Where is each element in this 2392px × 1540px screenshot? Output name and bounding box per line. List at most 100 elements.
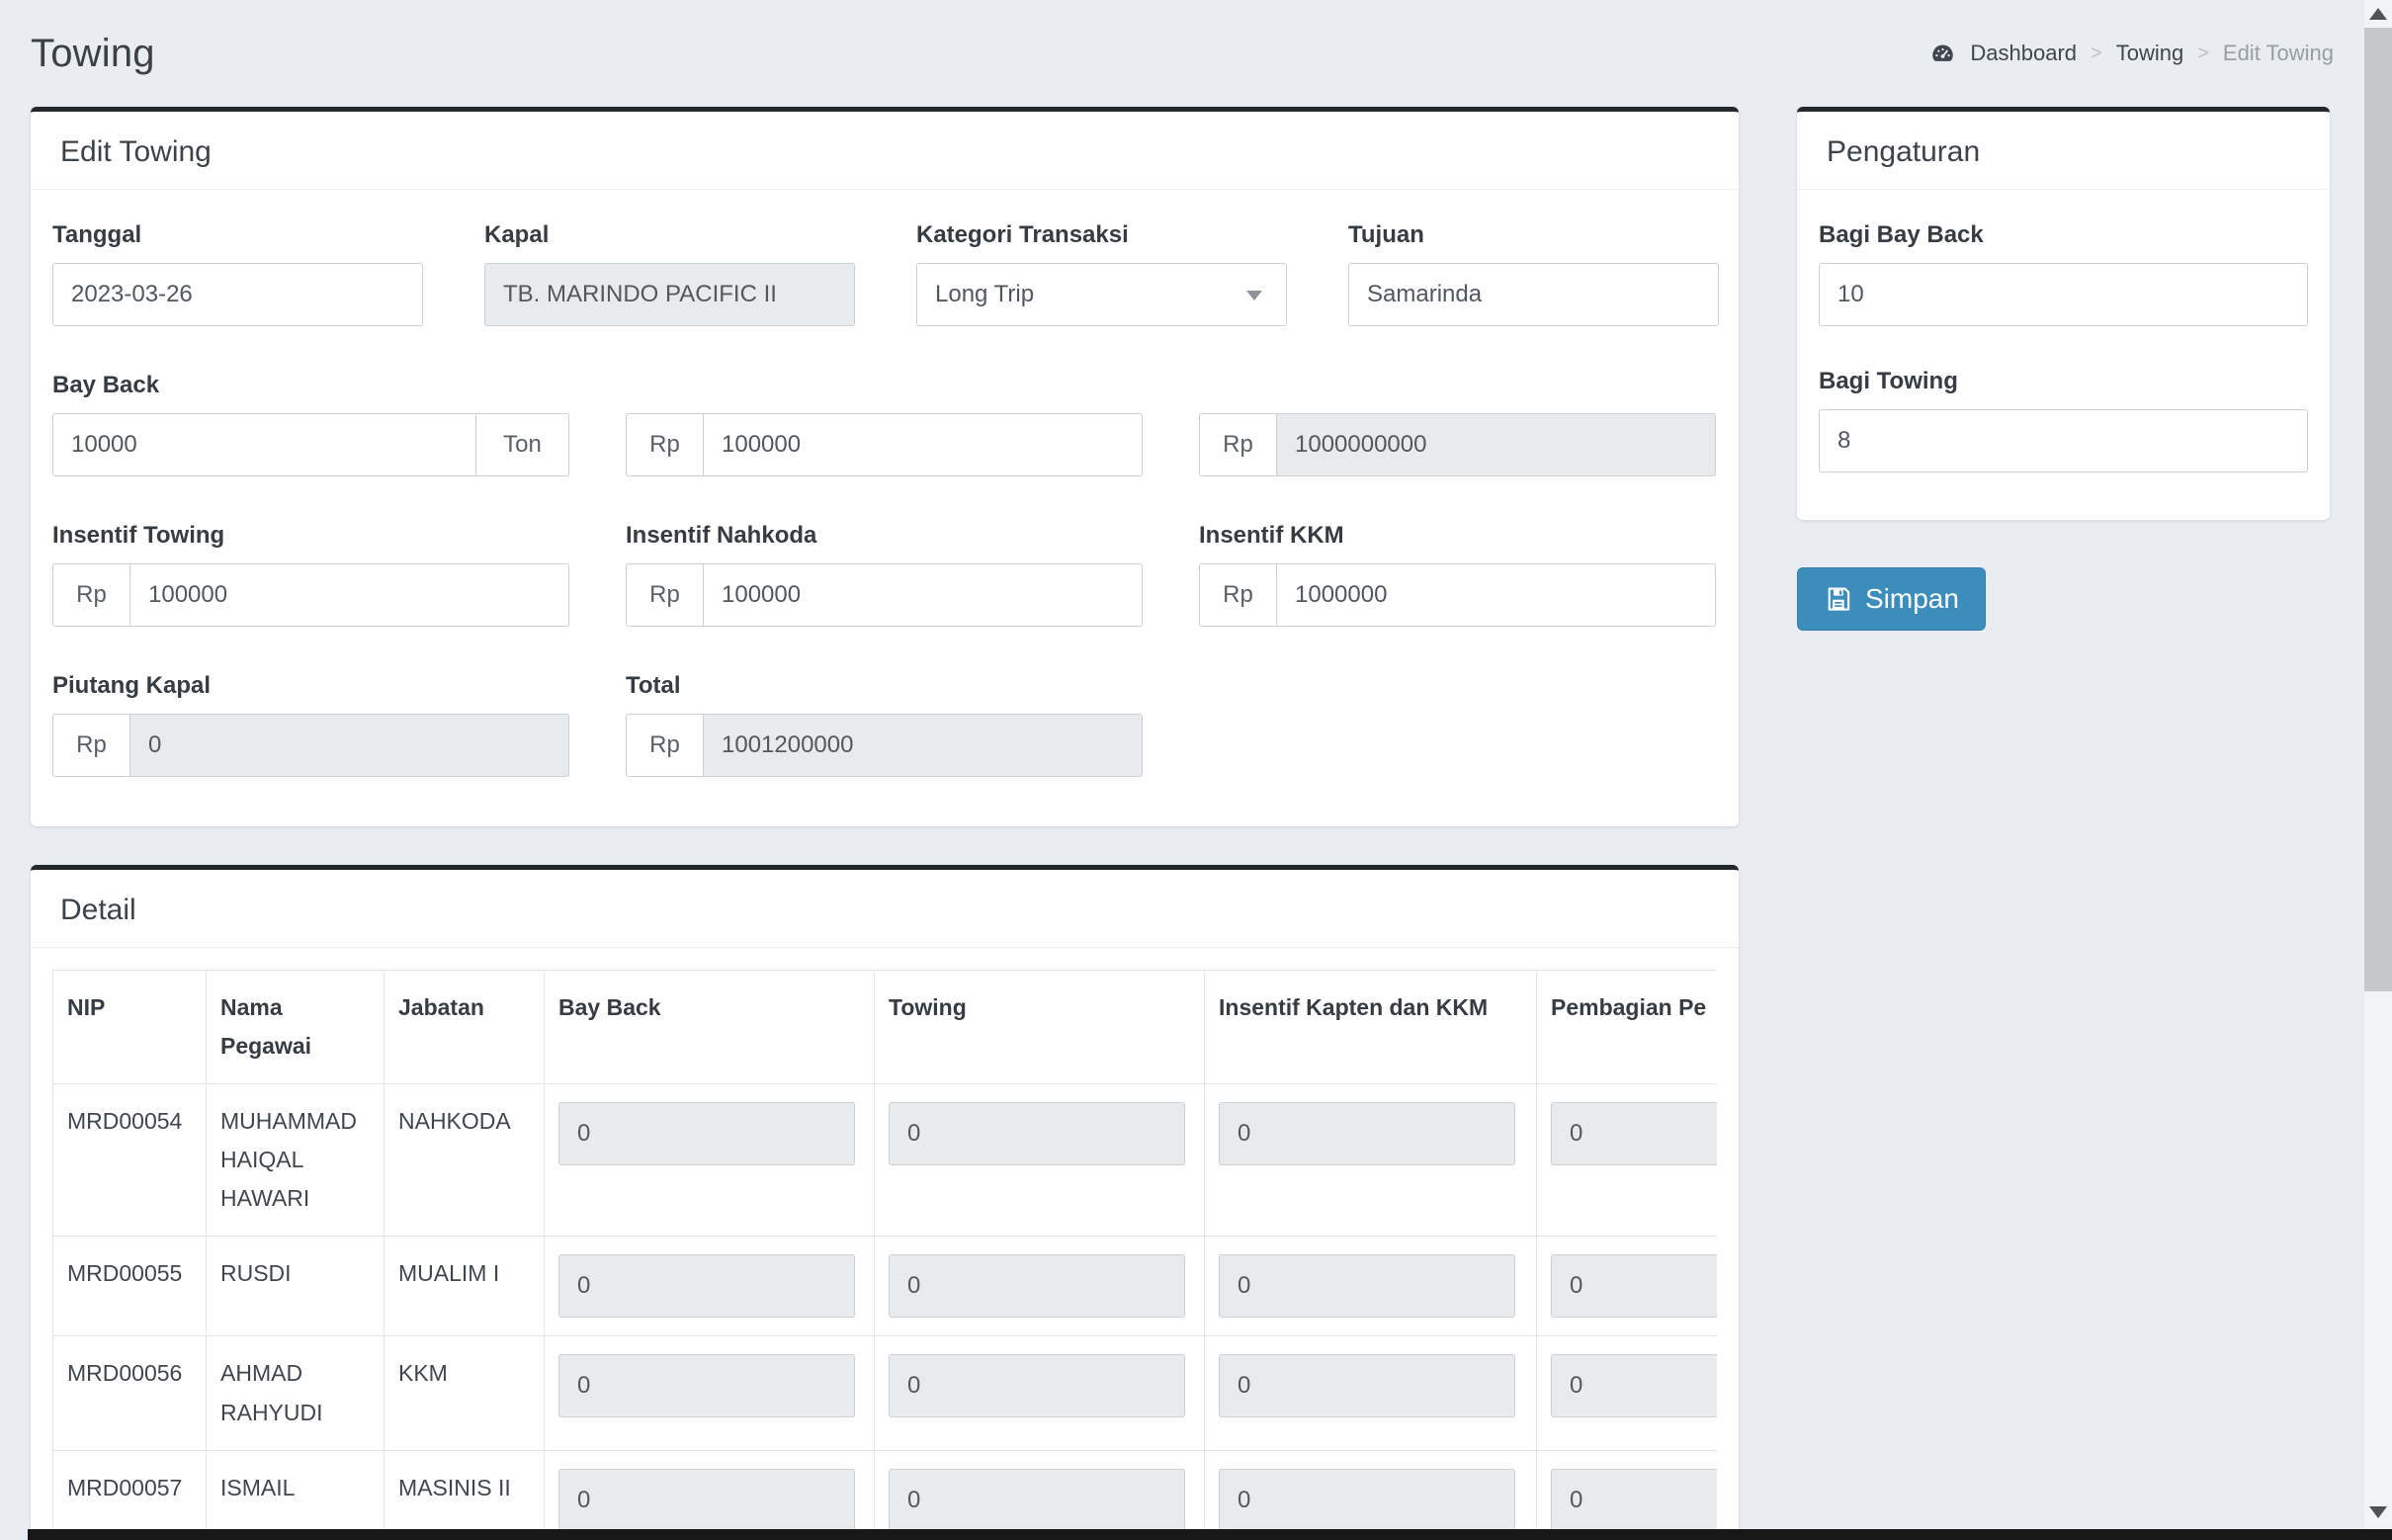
cell-pembagian xyxy=(1537,1336,1718,1450)
field-insentif-kkm: Insentif KKM Rp xyxy=(1199,522,1716,627)
row-insentif-input xyxy=(1219,1469,1515,1532)
rp-addon: Rp xyxy=(52,563,129,627)
tujuan-label: Tujuan xyxy=(1348,221,1719,249)
cell-pembagian xyxy=(1537,1237,1718,1336)
cell-insentif xyxy=(1205,1336,1537,1450)
cell-nama: RUSDI xyxy=(207,1237,384,1336)
table-row: MRD00056 AHMAD RAHYUDI KKM xyxy=(53,1336,1718,1450)
field-insentif-towing: Insentif Towing Rp xyxy=(52,522,569,627)
breadcrumb-towing[interactable]: Towing xyxy=(2116,41,2183,66)
simpan-button[interactable]: Simpan xyxy=(1797,567,1986,631)
insentif-kkm-label: Insentif KKM xyxy=(1199,522,1716,550)
pengaturan-card: Pengaturan Bagi Bay Back Bagi Towing xyxy=(1797,107,2330,520)
row-towing-input xyxy=(889,1254,1185,1318)
cell-jabatan: MASINIS II xyxy=(384,1450,545,1540)
table-row: MRD00055 RUSDI MUALIM I xyxy=(53,1237,1718,1336)
tujuan-input[interactable] xyxy=(1348,263,1719,326)
bay-back-label: Bay Back xyxy=(52,372,1717,399)
breadcrumb-dashboard[interactable]: Dashboard xyxy=(1970,41,2077,66)
total-input xyxy=(703,714,1143,777)
rp-addon: Rp xyxy=(626,714,703,777)
detail-card-body: NIPNama PegawaiJabatanBay BackTowingInse… xyxy=(31,948,1739,1540)
rp-addon: Rp xyxy=(1199,563,1276,627)
tanggal-label: Tanggal xyxy=(52,221,423,249)
insentif-nahkoda-input[interactable] xyxy=(703,563,1143,627)
bay-back-price-group: Rp xyxy=(626,413,1143,476)
column-header: Towing xyxy=(875,971,1205,1084)
cell-bay-back xyxy=(545,1336,875,1450)
detail-table: NIPNama PegawaiJabatanBay BackTowingInse… xyxy=(52,970,1717,1540)
row-bay-back-input xyxy=(558,1354,855,1417)
cell-nip: MRD00057 xyxy=(53,1450,207,1540)
cell-nama: ISMAIL xyxy=(207,1450,384,1540)
vertical-scrollbar[interactable] xyxy=(2364,0,2392,1540)
field-insentif-nahkoda: Insentif Nahkoda Rp xyxy=(626,522,1143,627)
rp-addon: Rp xyxy=(626,413,703,476)
bay-back-qty-input[interactable] xyxy=(52,413,476,476)
row-pembagian-input xyxy=(1551,1469,1717,1532)
cell-pembagian xyxy=(1537,1084,1718,1237)
insentif-towing-label: Insentif Towing xyxy=(52,522,569,550)
kategori-transaksi-select[interactable]: Long Trip xyxy=(916,263,1287,326)
bay-back-price-input[interactable] xyxy=(703,413,1143,476)
column-header: Pembagian Pe xyxy=(1537,971,1718,1084)
scroll-up-icon[interactable] xyxy=(2369,8,2387,20)
cell-pembagian xyxy=(1537,1450,1718,1540)
cell-nip: MRD00056 xyxy=(53,1336,207,1450)
detail-table-header-row: NIPNama PegawaiJabatanBay BackTowingInse… xyxy=(53,971,1718,1084)
row-pembagian-input xyxy=(1551,1354,1717,1417)
column-header: NIP xyxy=(53,971,207,1084)
ton-addon: Ton xyxy=(476,413,569,476)
cell-nama: MUHAMMAD HAIQAL HAWARI xyxy=(207,1084,384,1237)
caret-down-icon xyxy=(1246,291,1262,300)
horizontal-scrollbar-thumb[interactable] xyxy=(28,1529,2392,1540)
cell-bay-back xyxy=(545,1084,875,1237)
breadcrumb-current: Edit Towing xyxy=(2223,41,2334,66)
field-piutang-kapal: Piutang Kapal Rp xyxy=(52,672,569,777)
content-header: Towing Dashbo xyxy=(31,0,2334,83)
column-header: Insentif Kapten dan KKM xyxy=(1205,971,1537,1084)
scroll-down-icon[interactable] xyxy=(2369,1506,2387,1518)
cell-bay-back xyxy=(545,1237,875,1336)
cell-towing xyxy=(875,1336,1205,1450)
page-title: Towing xyxy=(31,32,155,76)
edit-towing-card: Edit Towing Tanggal Kapal xyxy=(31,107,1739,826)
row-towing-input xyxy=(889,1354,1185,1417)
bagi-towing-input[interactable] xyxy=(1819,409,2308,472)
cell-bay-back xyxy=(545,1450,875,1540)
row-pembagian-input xyxy=(1551,1102,1717,1165)
field-kapal: Kapal xyxy=(484,221,855,326)
insentif-kkm-input[interactable] xyxy=(1276,563,1716,627)
cell-insentif xyxy=(1205,1084,1537,1237)
bay-back-total-group: Rp xyxy=(1199,413,1716,476)
row-insentif-input xyxy=(1219,1254,1515,1318)
breadcrumb-separator-icon: > xyxy=(2197,43,2209,65)
vertical-scrollbar-thumb[interactable] xyxy=(2364,28,2392,991)
row-pembagian-input xyxy=(1551,1254,1717,1318)
kapal-label: Kapal xyxy=(484,221,855,249)
table-row: MRD00057 ISMAIL MASINIS II xyxy=(53,1450,1718,1540)
column-header: Nama Pegawai xyxy=(207,971,384,1084)
insentif-towing-input[interactable] xyxy=(129,563,569,627)
bagi-bay-back-label: Bagi Bay Back xyxy=(1819,221,2308,249)
row-bay-back-input xyxy=(558,1102,855,1165)
field-total: Total Rp xyxy=(626,672,1143,777)
pengaturan-card-title: Pengaturan xyxy=(1797,112,2330,190)
field-bagi-towing: Bagi Towing xyxy=(1819,368,2308,472)
field-bagi-bay-back: Bagi Bay Back xyxy=(1819,221,2308,326)
field-tanggal: Tanggal xyxy=(52,221,423,326)
column-header: Bay Back xyxy=(545,971,875,1084)
table-row: MRD00054 MUHAMMAD HAIQAL HAWARI NAHKODA xyxy=(53,1084,1718,1237)
kapal-input xyxy=(484,263,855,326)
rp-addon: Rp xyxy=(52,714,129,777)
tanggal-input[interactable] xyxy=(52,263,423,326)
cell-insentif xyxy=(1205,1237,1537,1336)
save-icon xyxy=(1824,584,1853,614)
kategori-transaksi-label: Kategori Transaksi xyxy=(916,221,1287,249)
bagi-bay-back-input[interactable] xyxy=(1819,263,2308,326)
row-insentif-input xyxy=(1219,1354,1515,1417)
edit-towing-form: Tanggal Kapal Kategori Transaksi Long T xyxy=(31,190,1739,826)
column-header: Jabatan xyxy=(384,971,545,1084)
bay-back-qty-group: Ton xyxy=(52,413,569,476)
cell-nama: AHMAD RAHYUDI xyxy=(207,1336,384,1450)
